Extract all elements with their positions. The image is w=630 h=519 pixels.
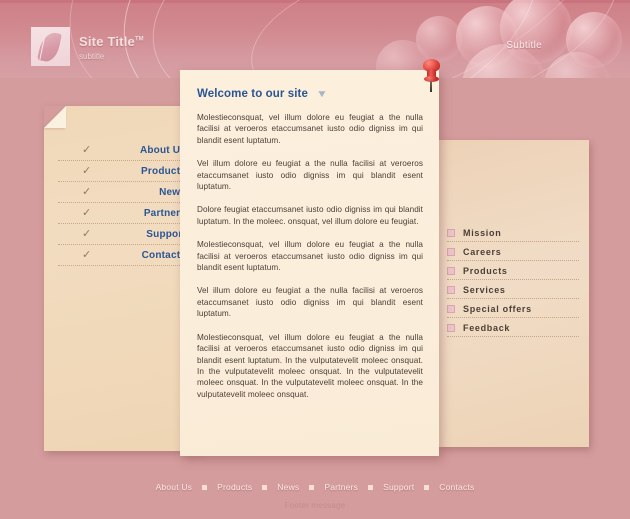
square-bullet-icon — [447, 324, 455, 332]
paragraph: Molestieconsquat, vel illum dolore eu fe… — [197, 332, 423, 399]
check-icon: ✓ — [82, 248, 92, 261]
site-title: Site TitleTM — [79, 34, 144, 49]
site-title-text: Site Title — [79, 34, 135, 49]
footer-message: Footer message — [284, 501, 346, 510]
footer-link-products[interactable]: Products — [217, 482, 252, 492]
footer-separator-icon — [424, 484, 430, 490]
square-bullet-icon — [447, 267, 455, 275]
sidebar-link-label[interactable]: Services — [463, 285, 506, 295]
page-root: Subtitle Site TitleTM subtitle ✓ About U… — [0, 0, 630, 519]
page-fold-inner — [44, 106, 66, 128]
sidebar-item-mission[interactable]: Mission — [447, 225, 579, 242]
leaf-logo-icon — [31, 27, 70, 66]
check-icon: ✓ — [82, 143, 92, 156]
paragraph: Molestieconsquat, vel illum dolore eu fe… — [197, 113, 423, 145]
sidebar-item-products[interactable]: Products — [447, 263, 579, 280]
sidebar-link-label[interactable]: Mission — [463, 228, 501, 238]
sidebar-item-contacts[interactable]: ✓ Contacts — [58, 247, 186, 266]
footer-link-contacts[interactable]: Contacts — [439, 482, 474, 492]
footer-link-news[interactable]: News — [277, 482, 299, 492]
sidebar-item-about-us[interactable]: ✓ About Us — [58, 142, 186, 161]
site-logo[interactable]: Site TitleTM subtitle — [31, 27, 144, 66]
secondary-nav-list: Mission Careers Products Services Specia… — [447, 225, 579, 339]
sidebar-link-label[interactable]: Special offers — [463, 304, 532, 314]
logo-text-group: Site TitleTM subtitle — [79, 27, 144, 61]
check-icon: ✓ — [82, 227, 92, 240]
sidebar-item-services[interactable]: Services — [447, 282, 579, 299]
header-bubble-graphic — [300, 0, 630, 78]
push-pin-icon — [419, 59, 445, 93]
footer-link-about-us[interactable]: About Us — [156, 482, 193, 492]
check-icon: ✓ — [82, 164, 92, 177]
sidebar-item-news[interactable]: ✓ News — [58, 184, 186, 203]
sidebar-item-feedback[interactable]: Feedback — [447, 320, 579, 337]
primary-nav-list: ✓ About Us ✓ Products ✓ News ✓ Partners … — [58, 142, 186, 268]
check-icon: ✓ — [82, 206, 92, 219]
paragraph: Vel illum dolore eu feugiat a the nulla … — [197, 286, 423, 319]
page-title-text: Welcome to our site — [197, 88, 308, 100]
right-sidebar-panel: Mission Careers Products Services Specia… — [437, 140, 589, 447]
check-icon: ✓ — [82, 185, 92, 198]
sidebar-item-support[interactable]: ✓ Support — [58, 226, 186, 245]
site-subtitle: subtitle — [79, 52, 105, 61]
banner-subtitle: Subtitle — [506, 40, 542, 51]
sidebar-item-products[interactable]: ✓ Products — [58, 163, 186, 182]
footer-separator-icon — [309, 484, 315, 490]
footer-nav: About Us Products News Partners Support … — [0, 482, 630, 492]
square-bullet-icon — [447, 229, 455, 237]
trademark-symbol: TM — [134, 36, 144, 43]
sidebar-link-label[interactable]: Products — [463, 266, 508, 276]
paragraph: Molestieconsquat, vel illum dolore eu fe… — [197, 240, 423, 273]
sidebar-link-label[interactable]: Feedback — [463, 323, 510, 333]
footer-separator-icon — [262, 484, 268, 490]
footer-separator-icon — [368, 484, 374, 490]
footer-link-partners[interactable]: Partners — [324, 482, 358, 492]
main-content-panel: Welcome to our site ▼ Molestieconsquat, … — [180, 70, 439, 456]
paragraph: Vel illum dolore eu feugiat a the nulla … — [197, 159, 423, 192]
sidebar-link-label[interactable]: Careers — [463, 247, 501, 257]
article-body: Molestieconsquat, vel illum dolore eu fe… — [197, 112, 423, 412]
paragraph: Dolore feugiat etaccumsanet iusto odio d… — [197, 205, 423, 226]
sidebar-item-special-offers[interactable]: Special offers — [447, 301, 579, 318]
sidebar-item-careers[interactable]: Careers — [447, 244, 579, 261]
leaf-chevron-icon: ▼ — [315, 88, 328, 100]
square-bullet-icon — [447, 248, 455, 256]
footer-link-support[interactable]: Support — [383, 482, 414, 492]
left-nav-panel: ✓ About Us ✓ Products ✓ News ✓ Partners … — [44, 106, 199, 451]
square-bullet-icon — [447, 305, 455, 313]
page-title: Welcome to our site ▼ — [197, 88, 328, 100]
footer-separator-icon — [202, 484, 208, 490]
square-bullet-icon — [447, 286, 455, 294]
sidebar-item-partners[interactable]: ✓ Partners — [58, 205, 186, 224]
